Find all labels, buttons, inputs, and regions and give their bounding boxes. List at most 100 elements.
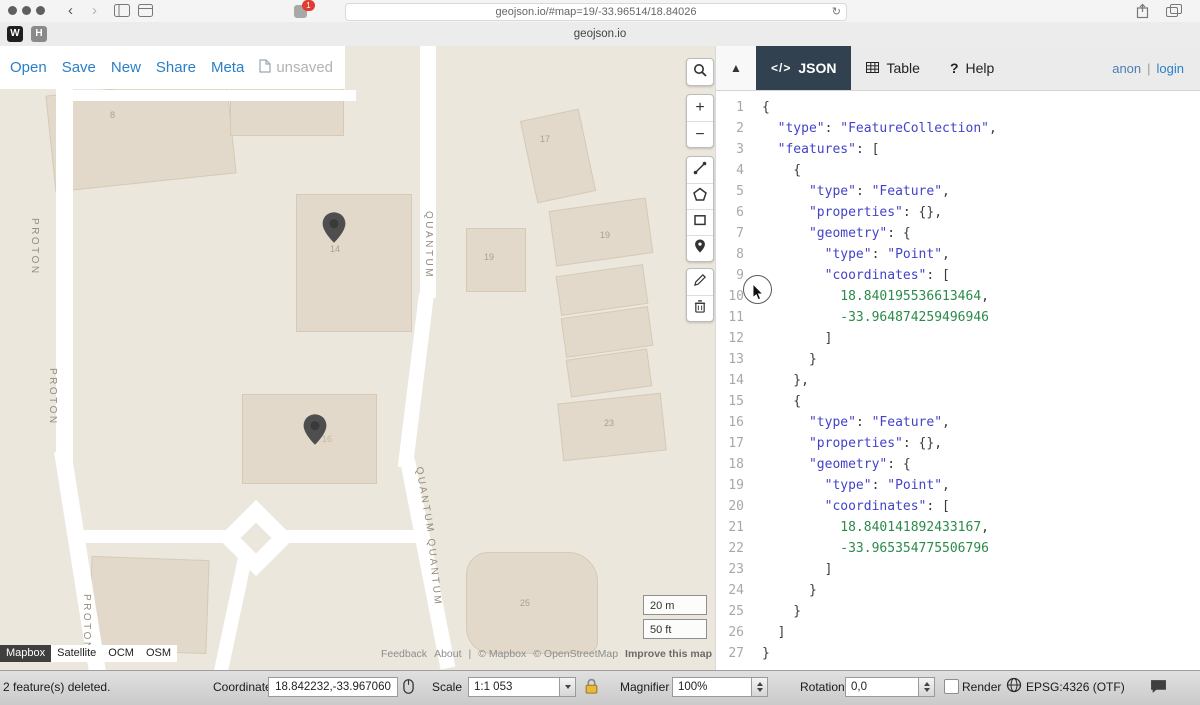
map-attribution: Feedback About | © Mapbox © OpenStreetMa… <box>381 648 712 660</box>
map-building <box>466 552 598 654</box>
map-pane[interactable]: 8 17 14 19 19 23 25 16 PROTON PROTON PRO… <box>0 46 715 670</box>
tabs-icon[interactable] <box>138 4 153 22</box>
dropdown-arrow-icon[interactable] <box>559 678 575 696</box>
save-status-label: unsaved <box>276 59 333 76</box>
improve-map-link[interactable]: Improve this map <box>625 648 712 660</box>
status-bar: 2 feature(s) deleted. Coordinate 18.8422… <box>0 670 1200 705</box>
scale-combobox[interactable]: 1:1 053 <box>468 677 576 697</box>
document-icon <box>259 59 271 77</box>
feedback-link[interactable]: Feedback <box>381 648 427 660</box>
help-icon: ? <box>950 60 959 76</box>
spinner-arrows-icon[interactable] <box>751 678 767 696</box>
back-button[interactable]: ‹ <box>64 0 77 22</box>
road <box>64 90 356 101</box>
collapse-editor-button[interactable]: ▲ <box>716 46 756 90</box>
coordinate-input[interactable]: 18.842232,-33.967060 <box>268 677 398 697</box>
road <box>56 46 73 461</box>
menu-save[interactable]: Save <box>62 59 96 76</box>
menu-new[interactable]: New <box>111 59 141 76</box>
active-tab[interactable]: geojson.io <box>0 22 1200 46</box>
extension-button[interactable]: 1 <box>294 3 316 21</box>
search-icon <box>693 63 707 82</box>
messages-icon[interactable] <box>1150 679 1167 699</box>
search-button[interactable] <box>687 59 713 85</box>
pencil-icon <box>694 273 707 291</box>
scalebar-imperial: 50 ft <box>643 619 707 639</box>
reload-icon[interactable]: ↻ <box>832 4 841 20</box>
menu-share[interactable]: Share <box>156 59 196 76</box>
zoom-out-button[interactable]: − <box>687 121 713 147</box>
building-number: 19 <box>484 252 494 262</box>
edit-control <box>686 268 714 322</box>
menu-meta[interactable]: Meta <box>211 59 244 76</box>
layer-ocm[interactable]: OCM <box>102 645 140 662</box>
spinner-arrows-icon[interactable] <box>918 678 934 696</box>
address-bar[interactable]: geojson.io/#map=19/-33.96514/18.84026 ↻ <box>345 3 847 21</box>
forward-button[interactable]: › <box>88 0 101 22</box>
sidebar-icon[interactable] <box>114 4 130 22</box>
map-building <box>296 194 412 332</box>
delete-button[interactable] <box>687 295 713 321</box>
map-marker[interactable] <box>321 211 347 249</box>
mouse-cursor <box>752 283 765 307</box>
draw-marker-button[interactable] <box>687 235 713 261</box>
save-status: unsaved <box>259 59 333 77</box>
draw-line-button[interactable] <box>687 157 713 183</box>
rotation-label: Rotation <box>800 680 845 694</box>
tab-table[interactable]: Table <box>851 46 934 90</box>
tab-help[interactable]: ? Help <box>935 46 1009 90</box>
building-number: 8 <box>110 110 115 120</box>
scale-label: Scale <box>432 680 462 694</box>
window-close-button[interactable] <box>8 6 17 15</box>
share-icon[interactable] <box>1136 3 1149 24</box>
status-message: 2 feature(s) deleted. <box>3 680 110 694</box>
rectangle-icon <box>693 213 707 232</box>
mouse-position-icon[interactable] <box>403 679 414 699</box>
tab-json[interactable]: </> JSON <box>756 46 851 90</box>
draw-polygon-button[interactable] <box>687 183 713 209</box>
editor-code[interactable]: { "type": "FeatureCollection", "features… <box>752 91 997 670</box>
road <box>212 557 252 670</box>
lock-icon[interactable] <box>584 678 599 699</box>
building-number: 17 <box>540 134 550 144</box>
rotation-spinbox[interactable]: 0,0 <box>845 677 935 697</box>
zoom-control: + − <box>686 94 714 148</box>
osm-credit[interactable]: © OpenStreetMap <box>533 648 618 660</box>
render-checkbox[interactable] <box>944 679 959 694</box>
crs-status-button[interactable]: EPSG:4326 (OTF) <box>1026 680 1125 694</box>
pin-icon <box>694 239 706 258</box>
window-zoom-button[interactable] <box>36 6 45 15</box>
rotation-value: 0,0 <box>846 678 918 696</box>
window-minimize-button[interactable] <box>22 6 31 15</box>
auth-separator: | <box>1147 61 1150 76</box>
chevron-up-icon: ▲ <box>730 61 742 75</box>
building-number: 25 <box>520 598 530 608</box>
menu-open[interactable]: Open <box>10 59 47 76</box>
globe-icon[interactable] <box>1006 677 1022 698</box>
json-editor[interactable]: 1234567891011121314151617181920212223242… <box>716 91 1200 670</box>
map-marker[interactable] <box>302 413 328 451</box>
login-link[interactable]: login <box>1157 61 1184 76</box>
about-link[interactable]: About <box>434 648 461 660</box>
draw-rectangle-button[interactable] <box>687 209 713 235</box>
zoom-in-button[interactable]: + <box>687 95 713 121</box>
attribution-separator: | <box>469 648 472 660</box>
coordinate-value: 18.842232,-33.967060 <box>269 678 397 696</box>
tab-table-label: Table <box>886 60 919 76</box>
mapbox-credit[interactable]: © Mapbox <box>478 648 526 660</box>
tab-overview-icon[interactable] <box>1166 4 1182 22</box>
street-label-proton: PROTON <box>47 368 58 426</box>
url-text: geojson.io/#map=19/-33.96514/18.84026 <box>496 6 697 18</box>
browser-toolbar: ‹ › 1 geojson.io/#map=19/-33.96514/18.84… <box>0 0 1200 23</box>
trash-icon <box>694 300 706 318</box>
layer-mapbox[interactable]: Mapbox <box>0 645 51 662</box>
browser-tabbar: W H geojson.io <box>0 22 1200 47</box>
anon-label: anon <box>1112 61 1141 76</box>
layer-osm[interactable]: OSM <box>140 645 177 662</box>
edit-layers-button[interactable] <box>687 269 713 295</box>
line-icon <box>693 161 707 180</box>
editor-pane: ▲ </> JSON Table ? Help anon | login <box>715 46 1200 670</box>
layer-satellite[interactable]: Satellite <box>51 645 102 662</box>
magnifier-spinbox[interactable]: 100% <box>672 677 768 697</box>
scalebar-metric: 20 m <box>643 595 707 615</box>
